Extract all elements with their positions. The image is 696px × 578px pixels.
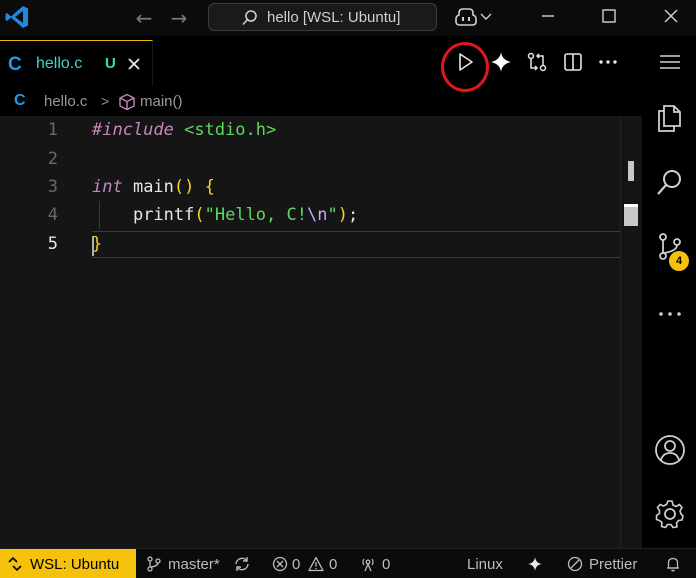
brace-token: { [204, 177, 215, 197]
code-line-1: #include <stdio.h> [92, 120, 276, 140]
breadcrumb: C hello.c > main() [0, 92, 642, 114]
search-view-icon[interactable] [654, 166, 686, 198]
breadcrumb-file[interactable]: hello.c [44, 93, 87, 110]
warning-icon [308, 556, 324, 572]
remote-icon [8, 557, 22, 571]
branch-icon [147, 556, 161, 572]
status-bar: WSL: Ubuntu master* 0 0 0 Linux Prettier [0, 548, 696, 578]
code-line-3: int main() { [92, 177, 215, 197]
code-editor[interactable]: 1 2 3 4 5 #include <stdio.h> int main() … [0, 116, 642, 548]
forward-button[interactable]: → [167, 6, 191, 30]
activity-bar [642, 36, 696, 548]
search-label: hello [WSL: Ubuntu] [267, 9, 401, 26]
line-number: 1 [47, 120, 58, 140]
error-icon [272, 556, 288, 572]
c-language-icon: C [8, 54, 22, 75]
line-number: 2 [47, 149, 58, 169]
scroll-thumb[interactable] [624, 204, 638, 226]
breadcrumb-symbol[interactable]: main() [140, 93, 183, 110]
preprocessor-token: #include [92, 120, 174, 140]
accounts-icon[interactable] [654, 434, 686, 466]
split-editor-icon[interactable] [561, 50, 585, 74]
menu-icon[interactable] [656, 48, 684, 76]
semicolon-token: ; [347, 205, 359, 225]
branch-name[interactable]: master* [168, 556, 220, 573]
copilot-status-icon[interactable] [527, 556, 543, 572]
run-button-highlight-ring [441, 42, 489, 92]
language-mode[interactable]: Linux [467, 556, 503, 573]
cube-symbol-icon [119, 93, 135, 111]
more-views-icon[interactable] [654, 298, 686, 330]
remote-label: WSL: Ubuntu [30, 556, 120, 573]
breadcrumb-separator: > [101, 93, 110, 109]
maximize-icon[interactable] [597, 4, 621, 28]
prettier-icon [567, 556, 583, 572]
indent-token [92, 205, 133, 225]
command-center-search[interactable]: hello [WSL: Ubuntu] [208, 3, 437, 31]
formatter-label[interactable]: Prettier [589, 556, 637, 573]
tab-label: hello.c [36, 55, 83, 72]
editor-tab-bar: C hello.c U [0, 36, 642, 92]
ports-count[interactable]: 0 [382, 556, 390, 573]
close-icon[interactable] [126, 56, 142, 72]
bell-icon[interactable] [665, 556, 681, 572]
warning-count[interactable]: 0 [329, 556, 337, 573]
tab-hello-c[interactable]: C hello.c U [0, 40, 153, 86]
sparkle-icon[interactable] [489, 50, 513, 74]
sync-icon[interactable] [234, 556, 250, 572]
editor-scrollbar[interactable] [620, 116, 638, 548]
remote-indicator[interactable]: WSL: Ubuntu [0, 549, 136, 578]
include-path-token: <stdio.h> [173, 120, 277, 140]
current-line-highlight [92, 231, 638, 258]
text-cursor [92, 236, 94, 256]
close-icon[interactable] [659, 4, 683, 28]
code-line-4: printf("Hello, C!\n"); [92, 205, 358, 225]
function-token: printf [132, 205, 195, 225]
back-button[interactable]: ← [132, 6, 156, 30]
function-token: main [122, 177, 174, 197]
minimap-marker [628, 161, 634, 181]
untracked-badge: U [105, 55, 116, 72]
paren-token: ) [337, 205, 348, 225]
string-token: " [327, 205, 338, 225]
line-number-gutter: 1 2 3 4 5 [0, 116, 90, 548]
error-count[interactable]: 0 [292, 556, 300, 573]
string-token: "Hello, C! [204, 205, 307, 225]
more-actions-icon[interactable] [596, 50, 620, 74]
source-control-count-badge: 4 [669, 251, 689, 271]
keyword-token: int [92, 177, 123, 197]
explorer-icon[interactable] [654, 102, 686, 134]
paren-token: ( [194, 205, 205, 225]
title-bar: ← → hello [WSL: Ubuntu] [0, 0, 696, 36]
line-number: 4 [47, 205, 58, 225]
ports-icon [362, 558, 374, 572]
compare-changes-icon[interactable] [525, 50, 549, 74]
vscode-logo-icon [5, 6, 28, 28]
escape-token: \n [306, 205, 328, 225]
line-number-active: 5 [47, 234, 58, 254]
minimize-icon[interactable] [536, 4, 560, 28]
settings-gear-icon[interactable] [654, 498, 686, 530]
paren-token: () [173, 177, 195, 197]
line-number: 3 [47, 177, 58, 197]
search-icon [242, 10, 257, 26]
copilot-icon[interactable] [455, 7, 477, 27]
chevron-down-icon[interactable] [479, 10, 493, 24]
c-language-icon: C [14, 92, 26, 109]
